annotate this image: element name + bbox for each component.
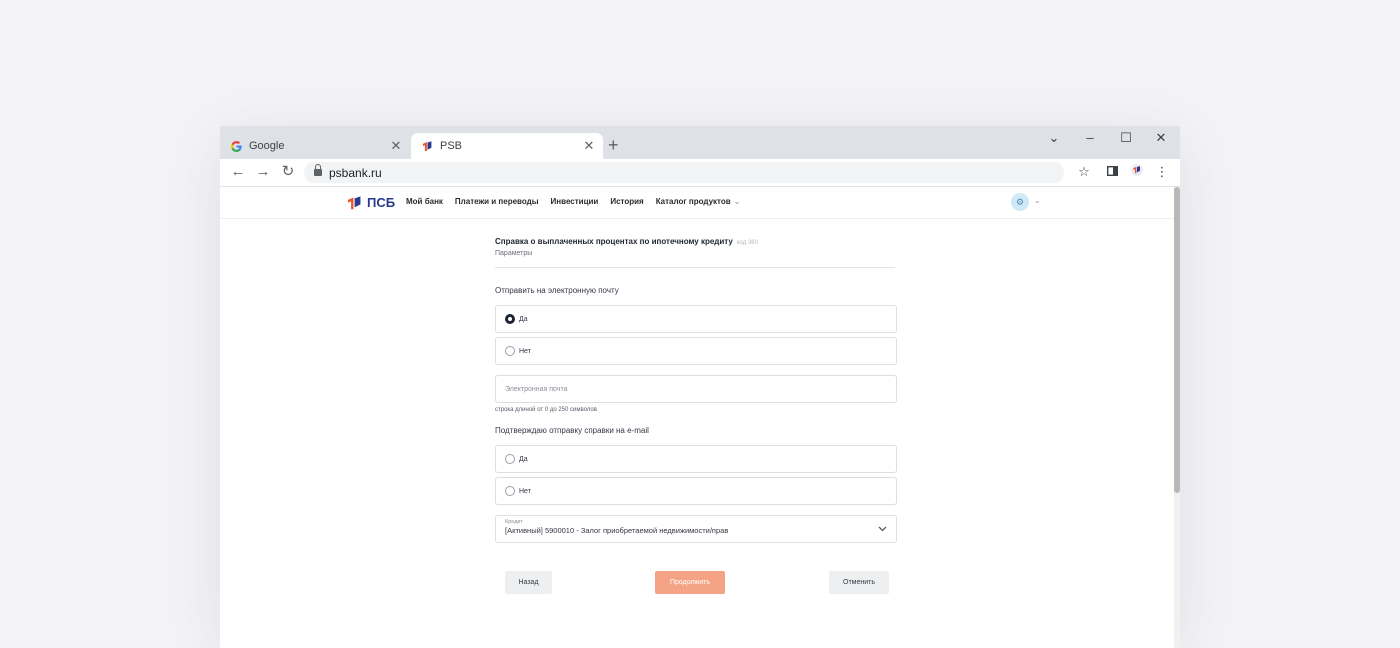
nav-item-investments[interactable]: Инвестиции: [551, 197, 599, 206]
psb-extension-icon[interactable]: [1128, 164, 1146, 179]
logo-text: ПСБ: [367, 195, 396, 210]
certificate-form: Справка о выплаченных процентах по ипоте…: [495, 237, 897, 594]
nav-item-catalog[interactable]: Каталог продуктов ⌄: [656, 197, 741, 206]
send-email-option-no[interactable]: Нет: [495, 337, 897, 365]
tab-label: PSB: [440, 140, 463, 152]
cancel-button[interactable]: Отменить: [829, 571, 889, 594]
radio-icon: [505, 454, 515, 464]
side-panel-icon[interactable]: [1103, 164, 1121, 179]
close-icon[interactable]: ✕: [581, 138, 597, 154]
option-label: Нет: [519, 487, 531, 495]
nav-item-my-bank[interactable]: Мой банк: [406, 197, 443, 206]
browser-window: Google ✕ PSB ✕ + ⌄ – ☐ ✕ ← → ↻ psbank.ru…: [220, 126, 1180, 648]
psb-logo[interactable]: ПСБ: [347, 195, 395, 210]
credit-select[interactable]: Кредит [Активный] 5900010 - Залог приобр…: [495, 515, 897, 543]
option-label: Да: [519, 455, 528, 463]
google-icon: [229, 139, 243, 153]
psb-logo-icon: [348, 195, 361, 209]
page-title: Справка о выплаченных процентах по ипоте…: [495, 237, 897, 246]
option-label: Да: [519, 315, 528, 323]
radio-selected-icon: [505, 314, 515, 324]
tab-label: Google: [249, 140, 285, 152]
address-bar[interactable]: psbank.ru: [304, 162, 1064, 183]
page-title-text: Справка о выплаченных процентах по ипоте…: [495, 237, 733, 246]
scrollbar[interactable]: [1174, 187, 1180, 648]
minimize-button[interactable]: –: [1079, 130, 1101, 145]
menu-icon[interactable]: ⋮: [1153, 164, 1171, 180]
browser-toolbar: ← → ↻ psbank.ru ☆ ⋮: [220, 159, 1180, 187]
tab-search-chevron-icon[interactable]: ⌄: [1043, 130, 1065, 146]
radio-icon: [505, 346, 515, 356]
chevron-down-icon: [878, 524, 887, 534]
option-label: Нет: [519, 347, 531, 355]
tab-google[interactable]: Google ✕: [220, 133, 410, 159]
forward-icon[interactable]: →: [253, 163, 273, 181]
page-content: ПСБ Мой банк Платежи и переводы Инвестиц…: [220, 187, 1174, 648]
close-icon[interactable]: ✕: [388, 138, 404, 154]
divider: [495, 267, 895, 268]
scrollbar-thumb[interactable]: [1174, 187, 1180, 493]
close-window-button[interactable]: ✕: [1150, 130, 1172, 146]
continue-button[interactable]: Продолжить: [655, 571, 725, 594]
email-placeholder: Электронная почта: [505, 385, 568, 393]
lock-icon: [314, 164, 322, 177]
send-email-label: Отправить на электронную почту: [495, 286, 619, 295]
send-email-option-yes[interactable]: Да: [495, 305, 897, 333]
page-subtitle: Параметры: [495, 250, 533, 257]
site-header: ПСБ Мой банк Платежи и переводы Инвестиц…: [220, 187, 1174, 219]
nav-item-catalog-label: Каталог продуктов: [655, 197, 731, 206]
credit-label: Кредит: [505, 519, 524, 525]
confirm-option-no[interactable]: Нет: [495, 477, 897, 505]
tab-strip: Google ✕ PSB ✕ + ⌄ – ☐ ✕: [220, 126, 1180, 159]
confirm-option-yes[interactable]: Да: [495, 445, 897, 473]
psb-logo-icon: [420, 139, 434, 153]
reload-icon[interactable]: ↻: [278, 163, 298, 181]
radio-icon: [505, 486, 515, 496]
avatar[interactable]: ⚙: [1011, 193, 1029, 211]
url-text: psbank.ru: [329, 165, 382, 180]
nav-item-payments[interactable]: Платежи и переводы: [455, 197, 539, 206]
credit-value: [Активный] 5900010 - Залог приобретаемой…: [505, 526, 729, 535]
chevron-down-icon: ⌄: [733, 197, 741, 206]
maximize-button[interactable]: ☐: [1115, 130, 1137, 146]
tab-psb[interactable]: PSB ✕: [411, 133, 603, 159]
back-button[interactable]: Назад: [505, 571, 552, 594]
email-field[interactable]: Электронная почта: [495, 375, 897, 403]
nav-item-history[interactable]: История: [610, 197, 643, 206]
back-icon[interactable]: ←: [228, 163, 248, 181]
email-hint: строка длиной от 0 до 250 символов: [495, 407, 597, 413]
new-tab-button[interactable]: +: [608, 135, 619, 155]
chevron-down-icon[interactable]: ⌄: [1034, 196, 1041, 205]
star-icon[interactable]: ☆: [1075, 164, 1093, 180]
document-code: код 360: [736, 240, 758, 246]
confirm-label: Подтверждаю отправку справки на e-mail: [495, 426, 649, 435]
main-nav: Мой банк Платежи и переводы Инвестиции И…: [406, 197, 740, 206]
